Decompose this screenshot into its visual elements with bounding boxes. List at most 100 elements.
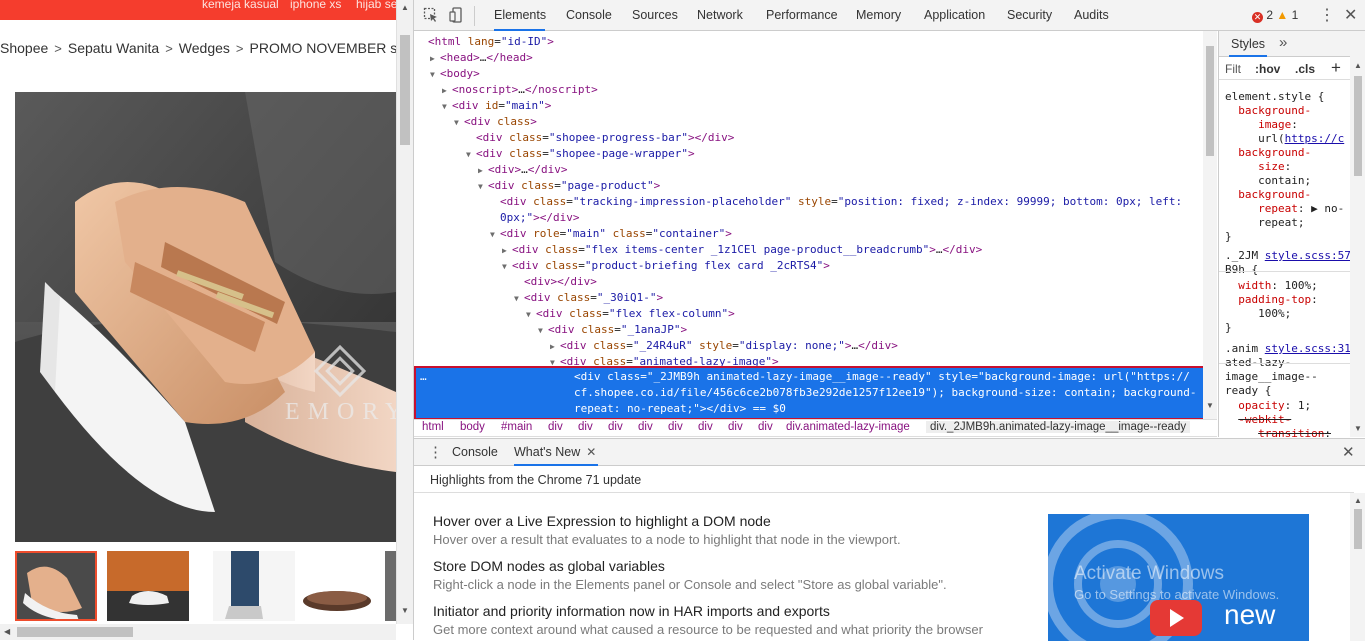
styles-filter-input[interactable]: Filt bbox=[1225, 62, 1241, 76]
style-declaration[interactable]: ready { bbox=[1225, 384, 1271, 398]
style-declaration[interactable]: B9h { bbox=[1225, 263, 1258, 277]
expand-toggle-icon[interactable] bbox=[490, 195, 500, 211]
dom-tree[interactable]: <html lang="id-ID"> ▶ <head>…</head> ▼ <body… bbox=[414, 31, 1217, 419]
scroll-down-icon[interactable]: ▼ bbox=[1206, 401, 1214, 410]
dom-node-line[interactable]: ▼ <body> bbox=[430, 66, 480, 82]
thumbnail-1[interactable] bbox=[15, 551, 97, 621]
scrollbar-thumb[interactable] bbox=[17, 627, 133, 637]
expand-toggle-icon[interactable]: ▼ bbox=[514, 291, 524, 307]
dom-node-line[interactable]: ▼ <div class="flex flex-column"> bbox=[526, 306, 735, 322]
scrollbar-thumb[interactable] bbox=[400, 35, 410, 145]
crumb-item[interactable]: div bbox=[728, 421, 743, 433]
style-declaration[interactable]: padding-top: bbox=[1225, 293, 1317, 307]
style-declaration[interactable]: } bbox=[1225, 230, 1232, 244]
product-main-image[interactable]: EMORY bbox=[15, 92, 396, 542]
styles-scrollbar[interactable]: ▲ ▼ bbox=[1350, 31, 1365, 437]
breadcrumb-item[interactable]: Shopee bbox=[0, 40, 48, 56]
thumbnail-5[interactable] bbox=[385, 551, 396, 621]
thumbnail-3[interactable] bbox=[213, 551, 295, 621]
expand-toggle-icon[interactable]: ▼ bbox=[502, 259, 512, 275]
expand-toggle-icon[interactable]: ▶ bbox=[502, 243, 512, 259]
crumb-item[interactable]: div bbox=[698, 421, 713, 433]
style-declaration[interactable]: element.style { bbox=[1225, 90, 1324, 104]
drawer-scrollbar[interactable]: ▲ bbox=[1350, 493, 1365, 641]
tab-console[interactable]: Console bbox=[566, 0, 612, 31]
expand-toggle-icon[interactable]: ▼ bbox=[538, 323, 548, 339]
crumb-item[interactable]: div bbox=[548, 421, 563, 433]
expand-toggle-icon[interactable] bbox=[490, 211, 500, 227]
thumbnail-2[interactable] bbox=[107, 551, 189, 621]
scrollbar-thumb[interactable] bbox=[1354, 76, 1362, 176]
class-toggle[interactable]: .cls bbox=[1295, 62, 1315, 76]
style-declaration[interactable]: image__image-- bbox=[1225, 370, 1318, 384]
dom-node-line[interactable]: ▶ <div>…</div> bbox=[478, 162, 568, 178]
tab-styles[interactable]: Styles bbox=[1229, 31, 1268, 57]
more-options-icon[interactable]: ⋮ bbox=[1319, 5, 1335, 25]
style-declaration[interactable]: } bbox=[1225, 321, 1232, 335]
tab-application[interactable]: Application bbox=[924, 0, 985, 31]
style-declaration[interactable]: width: 100%; bbox=[1225, 279, 1317, 293]
dom-node-line[interactable]: <div class="shopee-progress-bar"></div> bbox=[466, 130, 734, 146]
whats-new-item-title[interactable]: Hover over a Live Expression to highligh… bbox=[433, 513, 771, 529]
issue-counter[interactable]: ✕ 2 ▲ 1 bbox=[1252, 8, 1298, 23]
expand-toggle-icon[interactable]: ▼ bbox=[478, 179, 488, 195]
scroll-up-icon[interactable]: ▲ bbox=[1354, 61, 1362, 70]
suggestion-link[interactable]: kemeja kasual bbox=[202, 0, 279, 11]
dom-node-line[interactable]: ▶ <noscript>…</noscript> bbox=[442, 82, 598, 98]
thumbnail-4[interactable] bbox=[299, 551, 381, 621]
style-declaration[interactable]: background- bbox=[1225, 188, 1311, 202]
drawer-tab-console[interactable]: Console bbox=[452, 439, 498, 466]
crumb-item[interactable]: div bbox=[668, 421, 683, 433]
crumb-item[interactable]: body bbox=[460, 421, 485, 433]
crumb-item[interactable]: div.animated-lazy-image bbox=[786, 421, 910, 433]
crumb-item[interactable]: div bbox=[578, 421, 593, 433]
suggestion-link[interactable]: iphone xs bbox=[290, 0, 341, 11]
breadcrumb-item[interactable]: Sepatu Wanita bbox=[68, 40, 159, 56]
dom-node-line[interactable]: ▼ <div class="product-briefing flex card … bbox=[502, 258, 830, 274]
crumb-item[interactable]: #main bbox=[501, 421, 532, 433]
page-vertical-scrollbar[interactable]: ▲ ▼ bbox=[396, 0, 413, 624]
dom-node-line[interactable]: ▼ <div role="main" class="container"> bbox=[490, 226, 732, 242]
page-horizontal-scrollbar[interactable]: ◀ bbox=[0, 624, 396, 640]
dom-node-line[interactable]: ▼ <div class="_1anaJP"> bbox=[538, 322, 687, 338]
whats-new-item-title[interactable]: Store DOM nodes as global variables bbox=[433, 558, 665, 574]
dom-node-line[interactable]: ▶ <div class="_24R4uR" style="display: no… bbox=[550, 338, 898, 354]
drawer-menu-icon[interactable]: ⋮ bbox=[428, 443, 443, 461]
style-declaration[interactable]: ._2JM style.scss:57 bbox=[1225, 249, 1351, 263]
style-declaration[interactable]: url(https://c bbox=[1225, 132, 1344, 146]
dom-node-line[interactable]: <div class="tracking-impression-placehol… bbox=[490, 194, 1182, 210]
expand-toggle-icon[interactable]: ▼ bbox=[442, 99, 452, 115]
more-tabs-icon[interactable]: » bbox=[1279, 34, 1287, 51]
dom-node-line[interactable]: 0px;"></div> bbox=[490, 210, 579, 226]
style-declaration[interactable]: contain; bbox=[1225, 174, 1311, 188]
close-devtools-icon[interactable]: ✕ bbox=[1344, 5, 1357, 25]
dom-tree-scrollbar[interactable]: ▼ bbox=[1203, 31, 1217, 419]
expand-toggle-icon[interactable]: ▼ bbox=[454, 115, 464, 131]
close-drawer-icon[interactable]: ✕ bbox=[1342, 443, 1355, 461]
expand-toggle-icon[interactable] bbox=[418, 35, 428, 51]
expand-toggle-icon[interactable]: ▼ bbox=[526, 307, 536, 323]
crumb-item[interactable]: div bbox=[638, 421, 653, 433]
expand-toggle-icon[interactable] bbox=[466, 131, 476, 147]
expand-toggle-icon[interactable]: ▼ bbox=[490, 227, 500, 243]
breadcrumb-item[interactable]: Wedges bbox=[179, 40, 230, 56]
hover-state-toggle[interactable]: :hov bbox=[1255, 62, 1280, 76]
style-declaration[interactable]: image: bbox=[1225, 118, 1298, 132]
dom-node-line[interactable]: ▶ <div class="flex items-center _1z1CEl p… bbox=[502, 242, 982, 258]
crumb-current[interactable]: div._2JMB9h.animated-lazy-image__image--… bbox=[926, 421, 1191, 433]
node-actions-ellipsis[interactable]: … bbox=[420, 370, 427, 383]
close-tab-icon[interactable]: ✕ bbox=[586, 439, 596, 466]
tab-elements[interactable]: Elements bbox=[494, 0, 546, 31]
style-declaration[interactable]: repeat: ▶ no- bbox=[1225, 202, 1344, 216]
add-rule-icon[interactable]: + bbox=[1331, 58, 1341, 78]
scroll-down-icon[interactable]: ▼ bbox=[401, 606, 409, 615]
selected-dom-node[interactable]: … <div class="_2JMB9h animated-lazy-imag… bbox=[414, 366, 1217, 420]
drawer-tab-whats-new[interactable]: What's New ✕ bbox=[514, 439, 599, 466]
dom-node-line[interactable]: ▼ <div class="shopee-page-wrapper"> bbox=[466, 146, 695, 162]
crumb-item[interactable]: div bbox=[608, 421, 623, 433]
style-declaration[interactable]: background- bbox=[1225, 104, 1311, 118]
style-declaration[interactable]: background- bbox=[1225, 146, 1311, 160]
expand-toggle-icon[interactable] bbox=[514, 275, 524, 291]
device-toolbar-icon[interactable] bbox=[449, 7, 465, 23]
crumb-item[interactable]: html bbox=[422, 421, 444, 433]
